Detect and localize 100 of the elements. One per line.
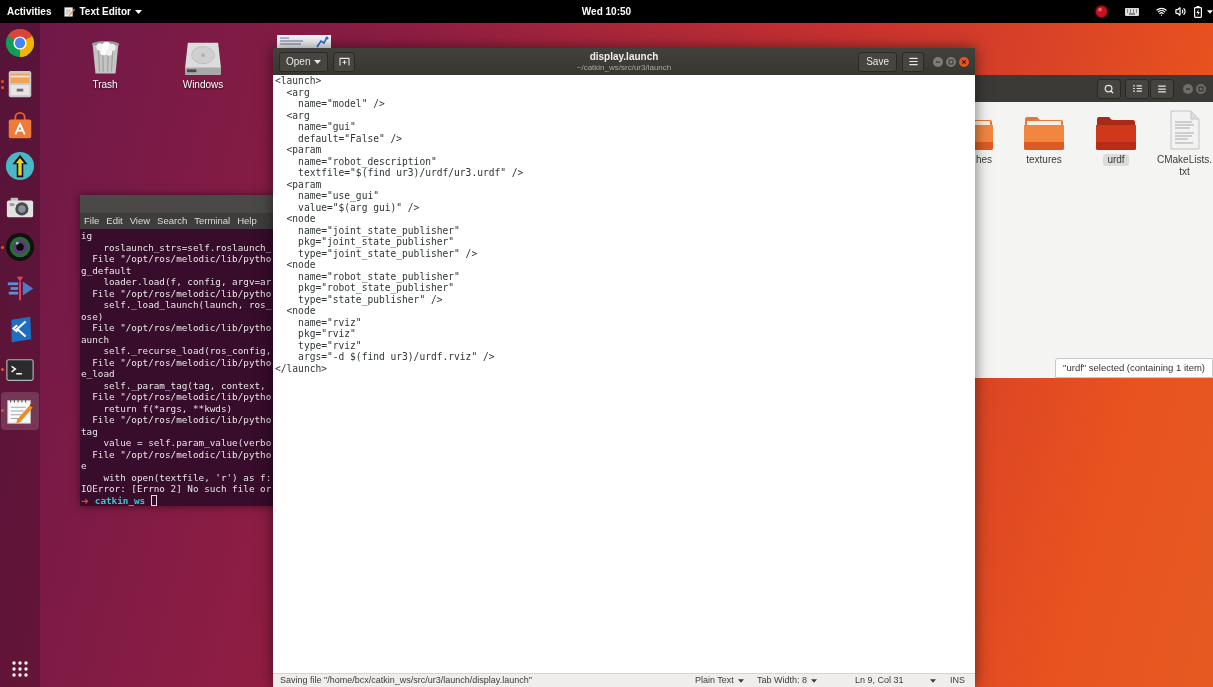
terminal-line: loader.load(f, config, argv=ar bbox=[102, 276, 272, 288]
minimize-icon bbox=[933, 56, 943, 67]
file-label[interactable]: textures bbox=[1025, 154, 1063, 166]
terminal-line: File "/opt/ros/melodic/lib/pytho bbox=[91, 391, 272, 403]
terminal-line: roslaunch_strs=self.roslaunch_ bbox=[102, 241, 272, 253]
close-icon bbox=[959, 56, 969, 67]
insert-mode: INS bbox=[950, 676, 966, 685]
code-line: <param bbox=[285, 178, 322, 191]
code-line: type="rviz" bbox=[297, 339, 362, 352]
clock[interactable]: Wed 10:50 bbox=[577, 6, 636, 17]
caret-icon bbox=[134, 9, 142, 14]
code-line: name="rviz" bbox=[297, 316, 362, 329]
code-line: args="-d $(find ur3)/urdf.rviz" /> bbox=[297, 351, 495, 363]
terminal-line: tag bbox=[81, 425, 98, 437]
battery-icon bbox=[1194, 5, 1202, 18]
image-thumbnail bbox=[277, 35, 331, 48]
close-button[interactable] bbox=[958, 55, 970, 68]
menu-item[interactable]: View bbox=[129, 216, 151, 226]
file-label[interactable]: hes bbox=[975, 154, 994, 166]
open-button[interactable]: Open bbox=[279, 51, 329, 72]
code-line: <node bbox=[285, 305, 316, 317]
menu-item[interactable]: Terminal bbox=[194, 216, 231, 226]
activities-button[interactable]: Activities bbox=[7, 6, 52, 17]
prompt-arrow: ➜ bbox=[81, 494, 89, 506]
trash-bin-icon bbox=[89, 38, 121, 76]
caret-icon bbox=[930, 678, 936, 683]
terminal-line: return f(*args, **kwds) bbox=[102, 402, 233, 414]
window-title: display.launch bbox=[589, 50, 659, 63]
wifi-icon bbox=[1156, 6, 1167, 17]
terminal-line: File "/opt/ros/melodic/lib/pytho bbox=[91, 356, 272, 368]
terminal-line: File "/opt/ros/melodic/lib/pytho bbox=[91, 287, 272, 299]
code-line: <node bbox=[285, 213, 316, 225]
hard-drive-icon bbox=[184, 40, 222, 76]
view-toggle-button[interactable] bbox=[1125, 78, 1149, 99]
menu-item[interactable]: Search bbox=[157, 216, 188, 226]
menu-icon bbox=[1157, 83, 1167, 94]
code-line: pkg="robot_state_publisher" bbox=[297, 282, 455, 294]
caret-icon bbox=[1207, 9, 1213, 14]
file-label[interactable]: CMakeLists.txt bbox=[1156, 154, 1213, 178]
up-arrow-badge-icon bbox=[5, 150, 35, 181]
dock-item[interactable] bbox=[1, 391, 39, 430]
save-button[interactable]: Save bbox=[858, 51, 897, 72]
terminal-line: File "/opt/ros/melodic/lib/pytho bbox=[91, 448, 272, 460]
cursor-block-icon bbox=[151, 494, 158, 506]
menu-item[interactable]: File bbox=[84, 216, 100, 226]
volume-icon bbox=[1175, 6, 1186, 17]
terminal-line: with open(textfile, 'r') as f: bbox=[102, 471, 272, 483]
menu-button[interactable] bbox=[1150, 78, 1174, 99]
record-icon bbox=[1094, 4, 1109, 19]
code-line: default="False" /> bbox=[297, 132, 403, 145]
menu-button[interactable] bbox=[902, 51, 924, 72]
code-line: <launch> bbox=[275, 75, 322, 87]
keyboard-icon bbox=[1125, 7, 1139, 16]
new-tab-button[interactable] bbox=[333, 51, 356, 72]
desktop-icon-label[interactable]: Trash bbox=[92, 78, 118, 91]
code-line: <node bbox=[285, 259, 316, 271]
cursor-position-selector[interactable]: Ln 9, Col 31 bbox=[855, 676, 950, 685]
minimize-button[interactable] bbox=[932, 55, 944, 68]
menu-item[interactable]: Edit bbox=[106, 216, 123, 226]
terminal-line: ose) bbox=[81, 310, 104, 322]
code-line: name="joint_state_publisher" bbox=[297, 224, 460, 237]
code-line: <arg bbox=[285, 109, 310, 122]
terminal-line: self._recurse_load(ros_config, bbox=[102, 345, 272, 357]
browser-icon bbox=[5, 28, 35, 59]
code-line: <param bbox=[285, 144, 322, 156]
caret-icon bbox=[737, 678, 744, 683]
terminal-line: e bbox=[81, 460, 87, 472]
prompt-directory: catkin_ws bbox=[94, 494, 146, 506]
terminal-line: aunch bbox=[81, 333, 109, 345]
terminal-line: ig bbox=[81, 230, 93, 242]
tab-plus-icon bbox=[338, 57, 350, 66]
file-label[interactable]: urdf bbox=[1103, 154, 1129, 166]
terminal-line: File "/opt/ros/melodic/lib/pytho bbox=[91, 414, 272, 426]
terminal-line: IOError: [Errno 2] No such file or bbox=[81, 483, 272, 495]
code-line: name="robot_state_publisher" bbox=[297, 270, 460, 283]
language-selector[interactable]: Plain Text bbox=[695, 676, 757, 685]
code-line: <arg bbox=[285, 86, 310, 99]
minimize-icon bbox=[1183, 83, 1193, 94]
menu-item[interactable]: Help bbox=[237, 216, 257, 226]
window-subtitle: ~/catkin_ws/src/ur3/launch bbox=[576, 62, 672, 73]
tab-width-selector[interactable]: Tab Width: 8 bbox=[757, 676, 855, 685]
search-button[interactable] bbox=[1097, 78, 1121, 99]
terminal-line: value = self.param_value(verbo bbox=[102, 437, 272, 449]
maximize-icon bbox=[1196, 83, 1206, 94]
code-line: textfile="$(find ur3)/urdf/ur3.urdf" /> bbox=[297, 167, 524, 179]
menu-icon bbox=[907, 56, 919, 67]
code-line: pkg="rviz" bbox=[297, 328, 356, 340]
code-line: type="joint_state_publisher" /> bbox=[297, 247, 478, 260]
desktop-icon-label[interactable]: Windows bbox=[182, 78, 224, 91]
app-menu[interactable]: Text Editor bbox=[64, 6, 142, 17]
code-line: </launch> bbox=[275, 362, 327, 375]
terminal-line: File "/opt/ros/melodic/lib/pytho bbox=[91, 322, 272, 334]
terminal-line: File "/opt/ros/melodic/lib/pytho bbox=[91, 253, 272, 265]
system-menu[interactable] bbox=[1156, 5, 1213, 18]
terminal-line: g_default bbox=[81, 264, 132, 276]
maximize-icon bbox=[946, 56, 956, 67]
selection-status: "urdf" selected (containing 1 item) bbox=[1055, 358, 1213, 378]
maximize-button[interactable] bbox=[945, 55, 957, 68]
notepad-pencil-icon bbox=[64, 6, 76, 17]
code-line: name="use_gui" bbox=[297, 190, 379, 202]
